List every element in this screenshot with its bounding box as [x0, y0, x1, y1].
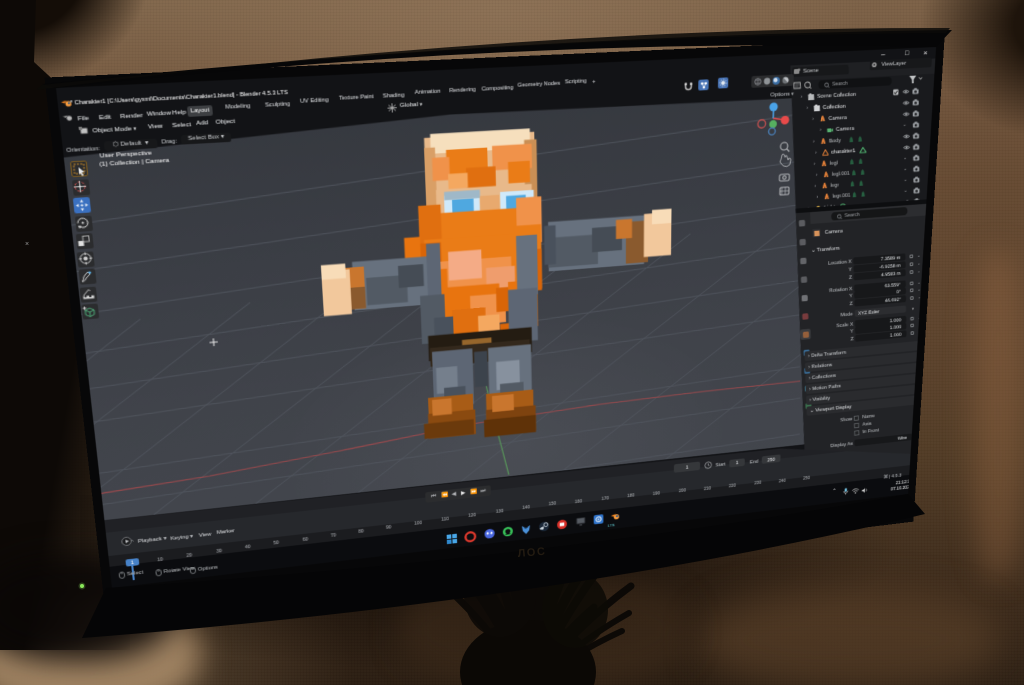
- svg-text:ЛOC: ЛOC: [517, 546, 547, 560]
- svg-text:×: ×: [25, 241, 29, 248]
